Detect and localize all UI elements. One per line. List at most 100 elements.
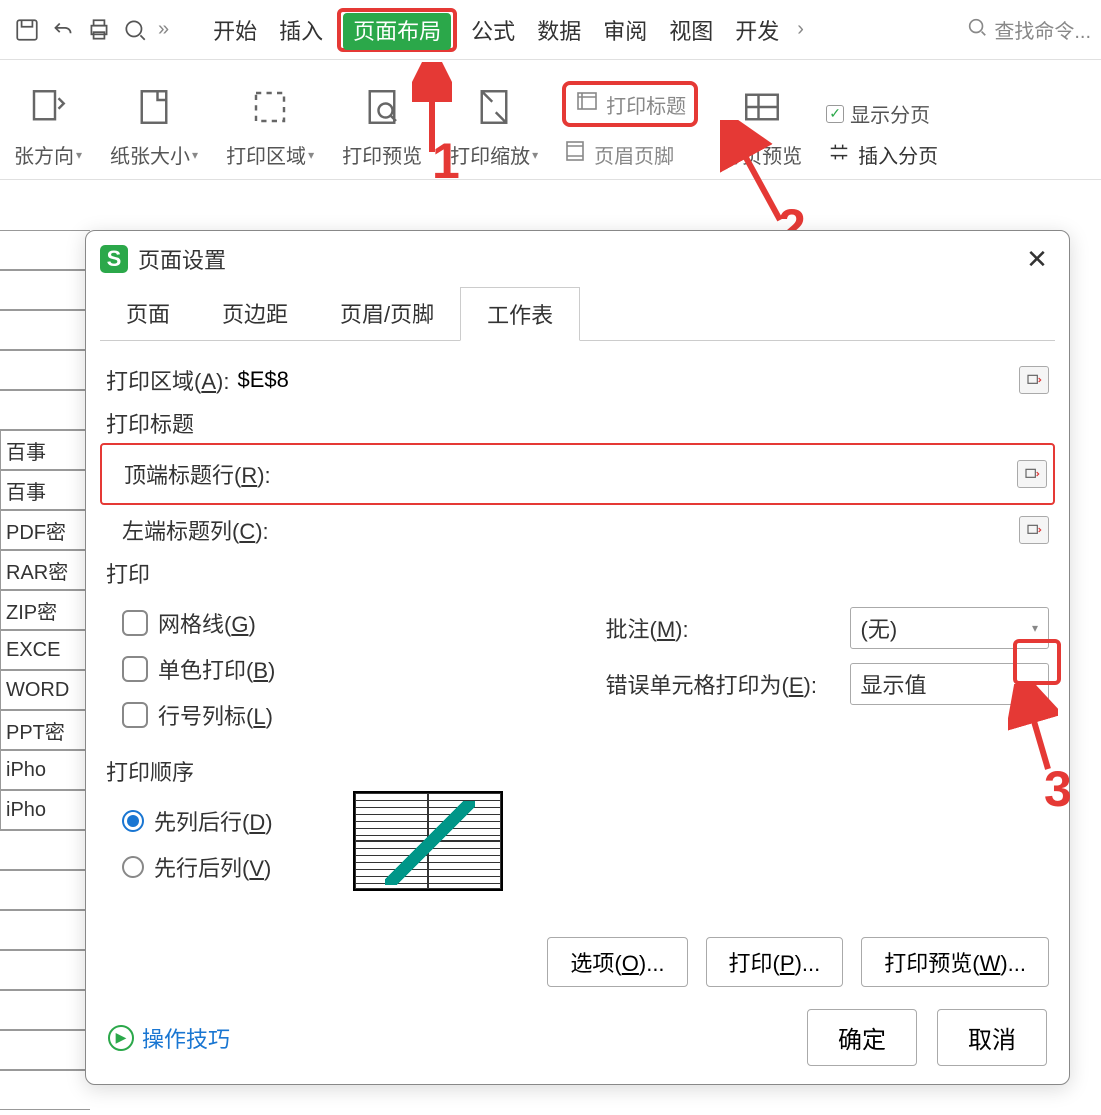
spreadsheet-column: 百事 百事 PDF密 RAR密 ZIP密 EXCE WORD PPT密 iPho… xyxy=(0,230,90,1110)
print-area-label: 打印区域(A): xyxy=(106,364,229,396)
tab-review[interactable]: 审阅 xyxy=(595,10,655,50)
page-setup-dialog: S 页面设置 ✕ 页面 页边距 页眉/页脚 工作表 打印区域(A): 打印标题 … xyxy=(85,230,1070,1085)
cancel-button[interactable]: 取消 xyxy=(937,1009,1047,1066)
dialog-footer: ▶ 操作技巧 确定 取消 xyxy=(86,991,1069,1084)
errors-select[interactable]: 显示值▾ xyxy=(850,663,1050,705)
tab-formula[interactable]: 公式 xyxy=(463,10,523,50)
more-indicator[interactable]: » xyxy=(154,18,173,41)
print-preview-button[interactable]: 打印预览(W)... xyxy=(861,937,1049,987)
radio-icon xyxy=(122,810,144,832)
options-button[interactable]: 选项(O)... xyxy=(547,937,687,987)
ribbon-paper-size[interactable]: 纸张大小▾ xyxy=(96,82,212,169)
tab-dev[interactable]: 开发 xyxy=(727,10,787,50)
page-break-preview-icon xyxy=(737,82,787,132)
ribbon-titles-group: 打印标题 页眉页脚 xyxy=(552,81,708,169)
dlg-tab-margins[interactable]: 页边距 xyxy=(196,287,314,340)
paper-size-icon xyxy=(129,82,179,132)
cell[interactable]: iPho xyxy=(0,790,90,830)
tips-link[interactable]: ▶ 操作技巧 xyxy=(108,1022,230,1054)
top-row-input[interactable] xyxy=(279,457,1009,491)
ref-select-button[interactable] xyxy=(1019,366,1049,394)
dialog-titlebar: S 页面设置 ✕ xyxy=(86,231,1069,287)
cell[interactable]: iPho xyxy=(0,750,90,790)
dialog-tabs: 页面 页边距 页眉/页脚 工作表 xyxy=(100,287,1055,341)
ribbon: 张方向▾ 纸张大小▾ 打印区域▾ 打印预览 打印缩放▾ 打印标题 页眉页脚 分页… xyxy=(0,60,1101,180)
ref-select-button-top[interactable] xyxy=(1017,460,1047,488)
tab-start[interactable]: 开始 xyxy=(205,10,265,50)
cell[interactable]: 百事 xyxy=(0,470,90,510)
play-icon: ▶ xyxy=(108,1025,134,1051)
print-icon[interactable] xyxy=(82,13,116,47)
search-command[interactable]: 查找命令... xyxy=(966,15,1091,44)
checkbox-icon xyxy=(122,702,148,728)
comments-label: 批注(M): xyxy=(606,612,836,644)
print-button[interactable]: 打印(P)... xyxy=(706,937,844,987)
rowcol-headings-checkbox[interactable]: 行号列标(L) xyxy=(122,699,566,731)
ribbon-print-area[interactable]: 打印区域▾ xyxy=(212,82,328,169)
ribbon-header-footer[interactable]: 页眉页脚 xyxy=(562,139,698,169)
save-icon[interactable] xyxy=(10,13,44,47)
tab-page-layout[interactable]: 页面布局 xyxy=(343,13,451,50)
print-titles-section-label: 打印标题 xyxy=(106,407,1049,439)
preview-icon[interactable] xyxy=(118,13,152,47)
ribbon-tabs: 开始 插入 页面布局 公式 数据 审阅 视图 开发 › xyxy=(205,8,808,52)
ribbon-print-titles[interactable]: 打印标题 xyxy=(562,81,698,127)
print-section-label: 打印 xyxy=(106,557,1049,589)
print-order-diagram xyxy=(353,791,503,891)
ribbon-print-preview[interactable]: 打印预览 xyxy=(328,82,436,169)
search-icon xyxy=(966,16,988,44)
tab-insert[interactable]: 插入 xyxy=(271,10,331,50)
left-col-row: 左端标题列(C): xyxy=(106,513,1049,547)
show-page-break[interactable]: ✓ 显示分页 xyxy=(826,99,938,128)
annotation-num-1: 1 xyxy=(432,132,460,190)
cell[interactable]: WORD xyxy=(0,670,90,710)
checkbox-icon: ✓ xyxy=(826,105,844,123)
insert-page-break[interactable]: 插入分页 xyxy=(826,140,938,169)
cell[interactable]: ZIP密 xyxy=(0,590,90,630)
down-then-over-radio[interactable]: 先列后行(D) xyxy=(122,805,273,837)
ribbon-break-group: ✓ 显示分页 插入分页 xyxy=(816,99,948,169)
dlg-tab-sheet[interactable]: 工作表 xyxy=(460,287,580,341)
cell[interactable]: PPT密 xyxy=(0,710,90,750)
tab-data[interactable]: 数据 xyxy=(529,10,589,50)
cell[interactable]: PDF密 xyxy=(0,510,90,550)
undo-icon[interactable] xyxy=(46,13,80,47)
errors-label: 错误单元格打印为(E): xyxy=(606,668,836,700)
print-titles-icon xyxy=(574,89,600,119)
ref-select-button-left[interactable] xyxy=(1019,516,1049,544)
dlg-tab-header-footer[interactable]: 页眉/页脚 xyxy=(314,287,460,340)
annotation-highlight-1: 页面布局 xyxy=(337,8,457,52)
tab-view[interactable]: 视图 xyxy=(661,10,721,50)
insert-break-icon xyxy=(826,141,852,169)
left-col-input[interactable] xyxy=(277,513,1011,547)
cell[interactable]: EXCE xyxy=(0,630,90,670)
ribbon-page-break-preview[interactable]: 分页预览 xyxy=(708,82,816,169)
tabs-more[interactable]: › xyxy=(793,18,808,41)
top-row-label: 顶端标题行(R): xyxy=(124,458,271,490)
over-then-down-radio[interactable]: 先行后列(V) xyxy=(122,851,273,883)
radio-icon xyxy=(122,856,144,878)
top-title-row: 顶端标题行(R): xyxy=(108,457,1047,491)
dialog-body: 打印区域(A): 打印标题 顶端标题行(R): 左端标题列(C): 打印 网格线… xyxy=(86,341,1069,1001)
ribbon-orientation[interactable]: 张方向▾ xyxy=(0,82,96,169)
comments-select[interactable]: (无)▾ xyxy=(850,607,1050,649)
search-placeholder: 查找命令... xyxy=(994,15,1091,44)
dlg-tab-page[interactable]: 页面 xyxy=(100,287,196,340)
orientation-icon xyxy=(23,82,73,132)
cell[interactable]: RAR密 xyxy=(0,550,90,590)
quick-access-toolbar: » 开始 插入 页面布局 公式 数据 审阅 视图 开发 › 查找命令... xyxy=(0,0,1101,60)
print-area-icon xyxy=(245,82,295,132)
app-logo-icon: S xyxy=(100,245,128,273)
header-footer-icon xyxy=(562,139,588,169)
print-preview-icon xyxy=(357,82,407,132)
monochrome-checkbox[interactable]: 单色打印(B) xyxy=(122,653,566,685)
print-scale-icon xyxy=(469,82,519,132)
cell[interactable]: 百事 xyxy=(0,430,90,470)
ok-button[interactable]: 确定 xyxy=(807,1009,917,1066)
annotation-num-3: 3 xyxy=(1044,760,1072,818)
print-area-input[interactable] xyxy=(237,363,1011,397)
gridlines-checkbox[interactable]: 网格线(G) xyxy=(122,607,566,639)
annotation-highlight-row: 顶端标题行(R): xyxy=(100,443,1055,505)
checkbox-icon xyxy=(122,610,148,636)
close-button[interactable]: ✕ xyxy=(1019,241,1055,277)
